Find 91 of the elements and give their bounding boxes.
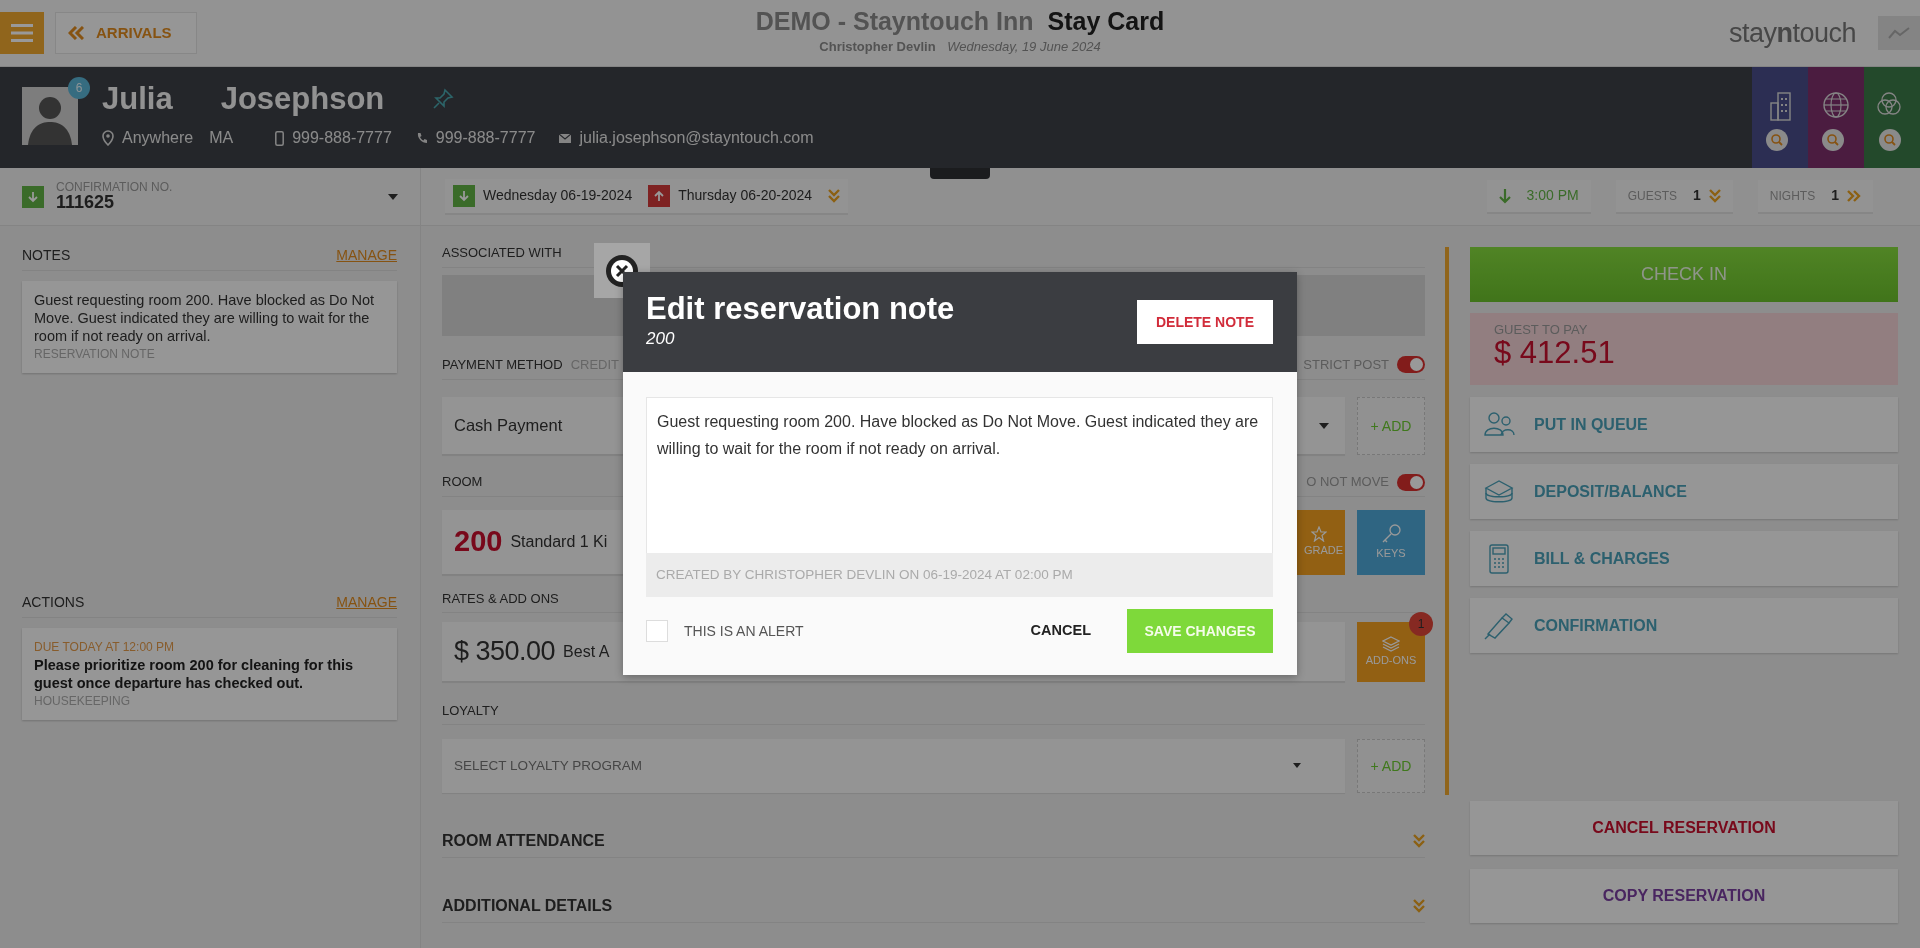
guest-last-name: Josephson <box>220 83 385 114</box>
hotel-tile[interactable] <box>1752 67 1808 168</box>
guest-phone: 999-888-7777 <box>435 128 536 148</box>
note-meta: CREATED BY CHRISTOPHER DEVLIN ON 06-19-2024 AT 02:00 PM <box>646 553 1273 597</box>
guest-mobile: 999-888-7777 <box>292 128 392 148</box>
guest-city: Anywhere <box>122 128 194 148</box>
logo: stayntouch <box>1728 16 1856 50</box>
bill-button[interactable]: BILL & CHARGES <box>1470 531 1898 586</box>
associated-heading: ASSOCIATED WITH <box>442 243 562 262</box>
queue-button[interactable]: PUT IN QUEUE <box>1470 397 1898 452</box>
chart-icon <box>1888 26 1910 40</box>
count-badge: 1 <box>1409 612 1433 636</box>
guests-count: 1 <box>1693 186 1701 205</box>
chevron-down-icon <box>828 188 841 203</box>
rates-heading: RATES & ADD ONS <box>442 589 559 608</box>
actions-heading: ACTIONS <box>22 593 85 612</box>
location-icon <box>102 130 114 146</box>
count-badge: 6 <box>68 77 90 99</box>
departure-icon <box>648 184 671 207</box>
search-icon[interactable] <box>1879 129 1901 151</box>
menu-button[interactable] <box>0 12 44 54</box>
arrival-date: Wednesday 06-19-2024 <box>483 186 633 205</box>
menu-icon <box>11 24 33 42</box>
search-icon[interactable] <box>1766 129 1788 151</box>
guest-email[interactable]: julia.josephson@stayntouch.com <box>579 126 814 150</box>
chevron-down-icon <box>1708 188 1721 203</box>
building-icon <box>1769 91 1791 121</box>
keys-button[interactable]: KEYS <box>1357 510 1425 575</box>
business-date: Wednesday, 19 June 2024 <box>947 39 1101 55</box>
alert-label: THIS IS AN ALERT <box>684 621 804 641</box>
back-button[interactable]: ARRIVALS <box>55 12 197 54</box>
save-changes-button[interactable]: SAVE CHANGES <box>1127 609 1273 653</box>
balance-amount: $ 412.51 <box>1494 336 1616 371</box>
note-field[interactable]: Guest requesting room 200. Have blocked as Do Not Move. Guest indicated they are willing to wait for the room if not ready on arrival. <box>646 397 1273 553</box>
dialog-subtitle: 200 <box>646 328 676 351</box>
phone-icon <box>415 132 428 144</box>
toggle-switch[interactable] <box>1397 356 1425 373</box>
star-icon <box>1311 526 1327 543</box>
mobile-icon <box>275 130 285 146</box>
delete-note-button[interactable]: DELETE NOTE <box>1137 300 1273 344</box>
section-header[interactable]: ADDITIONAL DETAILS <box>442 890 1425 923</box>
drawer-handle[interactable] <box>930 168 990 179</box>
departure-date: Thursday 06-20-2024 <box>678 186 813 205</box>
email-icon <box>559 133 572 143</box>
page-title: Stay Card <box>1047 7 1165 36</box>
room-heading: ROOM <box>442 473 483 492</box>
caret-icon <box>1293 763 1301 768</box>
manage-link[interactable]: MANAGE <box>336 245 397 266</box>
confirmation-button[interactable]: CONFIRMATION <box>1470 598 1898 653</box>
cancel-reservation-button[interactable]: CANCEL RESERVATION <box>1470 801 1898 855</box>
check-in-button[interactable]: CHECK IN <box>1470 247 1898 302</box>
guest-state: MA <box>209 128 234 148</box>
group-tile[interactable] <box>1864 67 1920 168</box>
action-text: Please prioritize room 200 for cleaning for this guest once departure has checked out. <box>34 656 355 692</box>
arrival-icon <box>22 185 44 208</box>
note-text: Guest requesting room 200. Have blocked as Do Not Move. Guest indicated they are willing to wait for the room if not ready on arrival. <box>34 291 376 345</box>
alert-checkbox[interactable] <box>646 620 668 642</box>
nights-count: 1 <box>1831 186 1839 205</box>
manage-link[interactable]: MANAGE <box>336 592 397 613</box>
copy-reservation-button[interactable]: COPY RESERVATION <box>1470 869 1898 923</box>
deposit-button[interactable]: DEPOSIT/BALANCE <box>1470 464 1898 519</box>
globe-icon <box>1822 91 1850 119</box>
chevron-down-icon <box>1413 899 1425 913</box>
chevron-down-icon <box>1413 834 1425 848</box>
action-due: DUE TODAY AT 12:00 PM <box>34 639 176 656</box>
dialog-title: Edit reservation note <box>646 292 955 327</box>
loyalty-heading: LOYALTY <box>442 701 499 720</box>
toggle-switch[interactable] <box>1397 473 1425 491</box>
search-icon[interactable] <box>1822 129 1844 151</box>
chevron-right-icon <box>1847 189 1861 202</box>
hotel-name: DEMO - Stayntouch Inn <box>755 7 1034 36</box>
avatar-icon <box>22 87 78 145</box>
confirmation-number: 111625 <box>56 192 116 213</box>
globe-tile[interactable] <box>1808 67 1864 168</box>
guest-first-name: Julia <box>102 83 173 114</box>
double-chevron-left-icon <box>68 26 84 40</box>
payment-heading: PAYMENT METHOD <box>442 356 563 372</box>
cancel-button[interactable]: CANCEL <box>1024 619 1097 643</box>
caret-icon <box>1319 422 1329 429</box>
notes-heading: NOTES <box>22 246 71 265</box>
caret-icon[interactable] <box>388 193 398 200</box>
arrival-icon <box>453 184 475 207</box>
add-button[interactable]: + ADD <box>1357 739 1425 793</box>
arrow-down-icon <box>1498 187 1511 204</box>
arrival-time-text: 3:00 PM <box>1526 186 1579 205</box>
loyalty-select[interactable]: SELECT LOYALTY PROGRAM <box>442 739 1345 793</box>
pin-icon[interactable] <box>432 87 455 110</box>
layers-icon <box>1382 635 1400 652</box>
add-button[interactable]: + ADD <box>1357 397 1425 455</box>
user-name: Christopher Devlin <box>819 39 936 55</box>
section-header[interactable]: ROOM ATTENDANCE <box>442 825 1425 858</box>
